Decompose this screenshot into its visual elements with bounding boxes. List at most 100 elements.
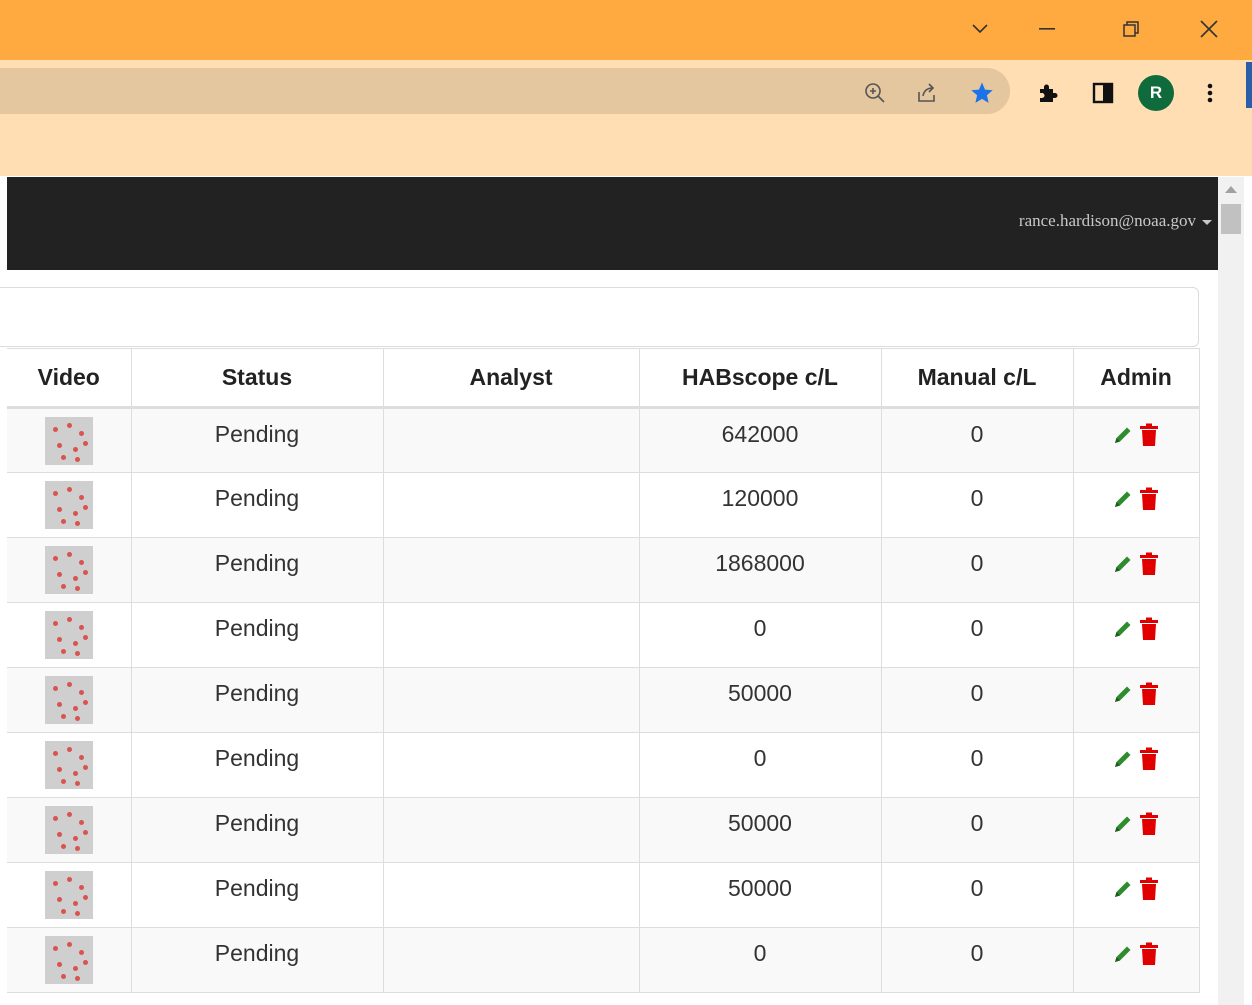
habscope-cell: 0 [638,927,882,993]
table-row: Pending 0 0 [7,602,1200,668]
video-thumbnail[interactable] [44,806,93,854]
bookmarks-bar [0,118,1252,176]
manual-cell: 0 [880,407,1074,473]
video-thumbnail[interactable] [44,417,93,465]
avatar-initial: R [1138,75,1174,111]
column-header-habscope[interactable]: HABscope c/L [638,348,882,409]
table-row: Pending 1868000 0 [7,537,1200,603]
side-panel-icon[interactable] [1090,80,1116,106]
star-icon[interactable] [968,79,996,107]
video-cell [7,667,132,733]
status-cell: Pending [130,797,384,863]
trash-delete-icon[interactable] [1138,747,1160,771]
pencil-edit-icon[interactable] [1112,943,1134,965]
video-cell [7,537,132,603]
video-thumbnail[interactable] [44,741,93,789]
video-thumbnail[interactable] [44,611,93,659]
pencil-edit-icon[interactable] [1112,553,1134,575]
browser-toolbar: R [0,60,1252,118]
trash-delete-icon[interactable] [1138,617,1160,641]
admin-cell [1072,407,1200,473]
pencil-edit-icon[interactable] [1112,618,1134,640]
habscope-cell: 120000 [638,472,882,538]
admin-cell [1072,797,1200,863]
pencil-edit-icon[interactable] [1112,683,1134,705]
trash-delete-icon[interactable] [1138,812,1160,836]
admin-cell [1072,667,1200,733]
video-cell [7,862,132,928]
samples-table: Video Status Analyst HABscope c/L Manual… [7,348,1200,993]
video-cell [7,472,132,538]
manual-cell: 0 [880,472,1074,538]
habscope-cell: 0 [638,732,882,798]
menu-kebab-icon[interactable] [1200,80,1220,106]
chevron-down-icon[interactable] [960,0,1000,58]
minimize-icon[interactable] [1024,0,1070,58]
user-menu[interactable]: rance.hardison@noaa.gov [1019,211,1212,231]
manual-cell: 0 [880,667,1074,733]
column-header-status[interactable]: Status [130,348,384,409]
manual-cell: 0 [880,537,1074,603]
status-cell: Pending [130,537,384,603]
status-cell: Pending [130,602,384,668]
column-header-video[interactable]: Video [7,348,132,409]
video-thumbnail[interactable] [44,481,93,529]
table-row: Pending 120000 0 [7,472,1200,538]
status-cell: Pending [130,667,384,733]
column-header-manual[interactable]: Manual c/L [880,348,1074,409]
table-row: Pending 50000 0 [7,797,1200,863]
trash-delete-icon[interactable] [1138,942,1160,966]
table-row: Pending 50000 0 [7,862,1200,928]
admin-cell [1072,537,1200,603]
video-thumbnail[interactable] [44,676,93,724]
video-cell [7,732,132,798]
admin-cell [1072,732,1200,798]
status-cell: Pending [130,927,384,993]
status-cell: Pending [130,472,384,538]
extensions-icon[interactable] [1034,80,1060,106]
restore-icon[interactable] [1108,0,1154,58]
video-thumbnail[interactable] [44,546,93,594]
scroll-thumb[interactable] [1221,204,1241,234]
manual-cell: 0 [880,732,1074,798]
trash-delete-icon[interactable] [1138,423,1160,447]
pencil-edit-icon[interactable] [1112,488,1134,510]
trash-delete-icon[interactable] [1138,487,1160,511]
video-cell [7,797,132,863]
trash-delete-icon[interactable] [1138,552,1160,576]
zoom-icon[interactable] [862,80,888,106]
habscope-cell: 1868000 [638,537,882,603]
profile-avatar[interactable]: R [1138,75,1174,111]
pencil-edit-icon[interactable] [1112,424,1134,446]
close-icon[interactable] [1186,0,1232,58]
filter-panel [0,287,1199,347]
video-thumbnail[interactable] [44,936,93,984]
trash-delete-icon[interactable] [1138,682,1160,706]
analyst-cell [382,472,640,538]
pencil-edit-icon[interactable] [1112,748,1134,770]
page-scrollbar[interactable] [1218,177,1244,1005]
admin-cell [1072,927,1200,993]
manual-cell: 0 [880,862,1074,928]
analyst-cell [382,862,640,928]
pencil-edit-icon[interactable] [1112,813,1134,835]
table-row: Pending 642000 0 [7,407,1200,473]
address-bar[interactable] [0,68,1010,114]
manual-cell: 0 [880,927,1074,993]
caret-down-icon [1202,219,1212,225]
manual-cell: 0 [880,797,1074,863]
video-cell [7,602,132,668]
analyst-cell [382,537,640,603]
video-thumbnail[interactable] [44,871,93,919]
column-header-analyst[interactable]: Analyst [382,348,640,409]
trash-delete-icon[interactable] [1138,877,1160,901]
analyst-cell [382,667,640,733]
share-icon[interactable] [914,80,940,106]
habscope-cell: 642000 [638,407,882,473]
manual-cell: 0 [880,602,1074,668]
video-cell [7,407,132,473]
pencil-edit-icon[interactable] [1112,878,1134,900]
admin-cell [1072,472,1200,538]
scroll-up-arrow-icon[interactable] [1225,186,1237,193]
column-header-admin[interactable]: Admin [1072,348,1200,409]
